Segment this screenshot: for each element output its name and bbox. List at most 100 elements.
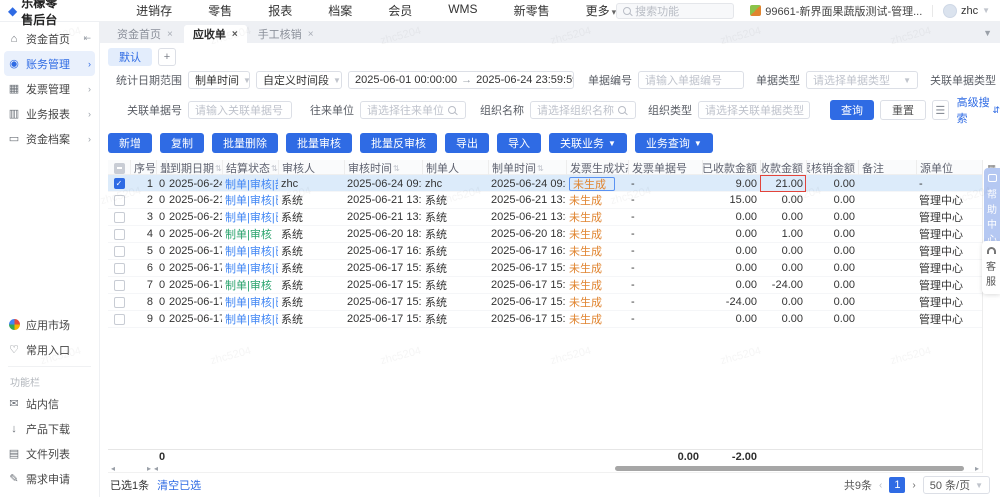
sort-icon[interactable]: ⇅ (271, 164, 278, 173)
indeterminate-checkbox[interactable] (114, 163, 125, 174)
nav-item-4[interactable]: 会员 (388, 2, 412, 19)
column-header-7[interactable]: 制单时间⇅ (488, 160, 566, 176)
sidebar-item-资金首页[interactable]: ⌂资金首页⇤ (0, 26, 99, 51)
doc-type-select[interactable]: 请选择单据类型▼ (806, 71, 918, 89)
period-type-select[interactable]: 自定义时间段▼ (256, 71, 342, 89)
toolbar-button-5[interactable]: 导出 (445, 133, 489, 153)
sort-icon[interactable]: ⇅ (537, 164, 544, 173)
sort-icon[interactable]: ⇅ (393, 164, 400, 173)
close-icon[interactable]: × (232, 29, 238, 40)
customer-service-button[interactable]: 客服 (982, 241, 1000, 294)
sidebar-item-资金档案[interactable]: ▭资金档案› (0, 126, 99, 151)
horizontal-scrollbar[interactable]: ◂ ▸ ◂ ▸ (108, 464, 982, 473)
org-selector[interactable]: 99661-新界面果蔬版测试-管理... (750, 3, 922, 19)
view-scheme-default[interactable]: 默认 (108, 48, 152, 66)
sidebar-item-产品下载[interactable]: ↓产品下载 (0, 416, 99, 441)
prev-page-icon[interactable]: ‹ (879, 480, 882, 491)
current-page[interactable]: 1 (889, 477, 905, 493)
sidebar-item-站内信[interactable]: ✉站内信 (0, 391, 99, 416)
date-range-input[interactable]: 2025-06-01 00:00:00 → 2025-06-24 23:59:5… (348, 71, 574, 89)
row-checkbox[interactable] (114, 297, 125, 308)
search-input[interactable]: 搜索功能 (616, 3, 734, 19)
tab-manual-writeoff[interactable]: 手工核销× (249, 25, 323, 43)
column-header-5[interactable]: 审核时间⇅ (344, 160, 422, 176)
table-row-3[interactable]: 302025-06-21制单|审核|已核销系统2025-06-21 13:45:… (108, 209, 982, 226)
sidebar-item-应用市场[interactable]: 应用市场 (0, 312, 99, 337)
page-size-select[interactable]: 50 条/页 ▼ (923, 476, 990, 494)
org-name-select[interactable]: 请选择组织名称 (530, 101, 636, 119)
cell-index: 4 (130, 228, 156, 240)
partner-select[interactable]: 请选择往来单位 (360, 101, 466, 119)
sort-icon[interactable]: ⇅ (215, 164, 222, 173)
invoice-status-text[interactable]: 未生成 (569, 177, 615, 191)
sidebar-item-发票管理[interactable]: ▦发票管理› (0, 76, 99, 101)
sidebar-item-业务报表[interactable]: ▥业务报表› (0, 101, 99, 126)
table-row-6[interactable]: 602025-06-17制单|审核|已核销系统2025-06-17 15:38:… (108, 260, 982, 277)
select-all-checkbox[interactable] (108, 160, 130, 176)
scrollbar-thumb[interactable] (615, 466, 964, 471)
row-checkbox[interactable] (114, 314, 125, 325)
tab-funds-home[interactable]: 资金首页× (108, 25, 182, 43)
nav-item-1[interactable]: 零售 (208, 2, 232, 19)
nav-item-6[interactable]: 新零售 (514, 2, 550, 19)
table-row-9[interactable]: 902025-06-17制单|审核|已核销系统2025-06-17 15:23:… (108, 311, 982, 328)
row-checkbox[interactable] (114, 263, 125, 274)
toolbar-button-7[interactable]: 关联业务▼ (549, 133, 627, 153)
toolbar-button-8[interactable]: 业务查询▼ (635, 133, 713, 153)
close-icon[interactable]: × (308, 29, 314, 40)
advanced-search-link[interactable]: 高级搜索⇵ (957, 94, 1000, 126)
sidebar-item-常用入口[interactable]: ♡常用入口 (0, 337, 99, 362)
table-row-7[interactable]: 702025-06-17制单|审核系统2025-06-17 15:32:39系统… (108, 277, 982, 294)
table-row-4[interactable]: 402025-06-20制单|审核系统2025-06-20 18:32:49系统… (108, 226, 982, 243)
rel-no-input[interactable]: 请输入关联单据号 (188, 101, 292, 119)
column-header-2[interactable]: 到期日期⇅ (166, 160, 222, 176)
nav-item-7[interactable]: 更多▾ (586, 2, 617, 19)
doc-no-input[interactable]: 请输入单据编号 (638, 71, 744, 89)
next-page-icon[interactable]: › (912, 480, 915, 491)
cell-make-time: 2025-06-17 15:38:47 (488, 262, 566, 274)
scroll-right-icon[interactable]: ▸ (975, 464, 979, 473)
cell-invoice-written: 0.00 (806, 194, 858, 206)
sidebar-item-账务管理[interactable]: ◉账务管理› (4, 51, 95, 76)
column-header-11[interactable]: ⇅未收款金额 (760, 160, 806, 176)
time-type-select[interactable]: 制单时间▼ (188, 71, 250, 89)
user-menu[interactable]: zhc ▼ (943, 4, 990, 18)
reset-button[interactable]: 重置 (880, 100, 926, 120)
row-checkbox[interactable] (114, 280, 125, 291)
status-text: 制单|审核 (225, 229, 272, 241)
row-checkbox[interactable] (114, 212, 125, 223)
row-checkbox[interactable]: ✓ (114, 178, 125, 189)
toolbar-button-3[interactable]: 批量审核 (286, 133, 352, 153)
table-row-2[interactable]: 202025-06-21制单|审核|已核销系统2025-06-21 13:51:… (108, 192, 982, 209)
sidebar-item-需求申请[interactable]: ✎需求申请 (0, 466, 99, 491)
row-checkbox[interactable] (114, 229, 125, 240)
org-type-select[interactable]: 请选择关联单据类型▼ (698, 101, 810, 119)
toolbar-button-1[interactable]: 复制 (160, 133, 204, 153)
nav-item-2[interactable]: 报表 (268, 2, 292, 19)
toolbar-button-6[interactable]: 导入 (497, 133, 541, 153)
tab-receivables[interactable]: 应收单× (184, 25, 247, 43)
scroll-left-icon[interactable]: ◂ (154, 464, 158, 473)
sidebar-item-文件列表[interactable]: ▤文件列表 (0, 441, 99, 466)
row-checkbox[interactable] (114, 246, 125, 257)
table-row-8[interactable]: 802025-06-17制单|审核|已核销系统2025-06-17 15:31:… (108, 294, 982, 311)
row-checkbox[interactable] (114, 195, 125, 206)
column-header-3[interactable]: 结算状态⇅ (222, 160, 278, 176)
scroll-right-icon[interactable]: ▸ (147, 464, 151, 473)
close-icon[interactable]: × (167, 29, 173, 40)
add-view-scheme-button[interactable]: + (158, 48, 176, 66)
table-row-5[interactable]: 502025-06-17制单|审核|已核销系统2025-06-17 16:24:… (108, 243, 982, 260)
table-row-1[interactable]: ✓102025-06-24制单|审核|部分核销zhc2025-06-24 09:… (108, 175, 982, 192)
nav-item-0[interactable]: 进销存 (136, 2, 172, 19)
toolbar-button-4[interactable]: 批量反审核 (360, 133, 437, 153)
filter-settings-button[interactable]: ☰ (932, 100, 949, 120)
clear-selection-link[interactable]: 清空已选 (157, 477, 201, 493)
nav-item-3[interactable]: 档案 (328, 2, 352, 19)
toolbar-button-0[interactable]: 新增 (108, 133, 152, 153)
tabstrip-chevron-down-icon[interactable]: ▼ (983, 28, 1000, 38)
collapse-sidebar-icon[interactable]: ⇤ (83, 33, 91, 44)
query-button[interactable]: 查询 (830, 100, 874, 120)
scroll-left-icon[interactable]: ◂ (111, 464, 115, 473)
toolbar-button-2[interactable]: 批量删除 (212, 133, 278, 153)
nav-item-5[interactable]: WMS (448, 2, 477, 19)
